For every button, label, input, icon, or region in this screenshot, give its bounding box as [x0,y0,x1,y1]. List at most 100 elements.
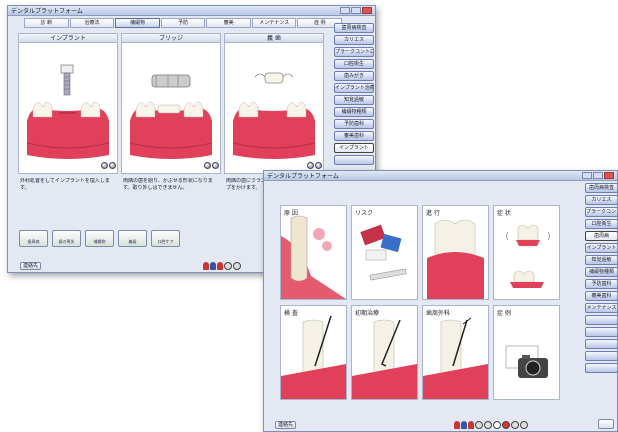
pen-icon[interactable] [493,421,501,429]
sidebar-item[interactable]: 知覚過敏 [334,95,374,105]
sidebar-item[interactable] [585,327,617,337]
sidebar-item[interactable]: インプラント [585,243,617,253]
window-controls [582,172,614,179]
sidebar-item[interactable] [585,339,617,349]
sidebar: 歯周病検査 カリエス プラークコントロール 口腔衛生 歯みがき インプラント治療… [334,23,374,167]
desc-bridge: 両隣の歯を削り、かぶせる形状になります。取り外しはできません。 [123,178,213,191]
person-icon[interactable] [454,421,460,429]
tile-label: リスク [355,210,374,217]
sidebar-item[interactable]: 補綴物種類 [585,267,617,277]
tile-cases[interactable]: 症 例 [493,305,560,400]
sidebar-item[interactable]: メンテナンス [585,303,617,313]
title-bar[interactable]: デンタルプラットフォーム [264,171,617,181]
tile-label: 初期治療 [355,310,380,317]
zoom-icon[interactable] [475,421,483,429]
tile-risk[interactable]: リスク [351,205,418,300]
sidebar-item[interactable]: プラークコントロール [334,47,374,57]
close-button[interactable] [604,172,614,179]
sidebar-item[interactable]: 歯周病検査 [334,23,374,33]
maximize-button[interactable] [593,172,603,179]
sidebar-item[interactable]: 歯みがき [334,71,374,81]
sidebar-item[interactable]: カリエス [585,195,617,205]
sidebar-item[interactable] [585,363,617,373]
thumbnail[interactable]: 歯周病 [19,230,48,247]
zoom-icon[interactable] [224,262,232,270]
panel-denture: 義 歯 [224,33,324,174]
sidebar-item[interactable]: 歯周病検査 [585,183,617,193]
progression-illustration [427,219,484,299]
person-icon[interactable] [203,262,209,270]
sidebar-item-active[interactable]: インプラント [334,143,374,153]
sidebar-item[interactable] [334,155,374,165]
tile-examination[interactable]: 検 査 [280,305,347,400]
tile-label: 症 例 [497,310,511,317]
risk-illustration [360,224,407,281]
sidebar-item[interactable]: 予防歯科 [334,119,374,129]
sidebar-item[interactable]: 口腔衛生 [585,219,617,229]
periodontal-window: デンタルプラットフォーム 原 因 リスク 進 行 症 状 検 査 初期治療 歯周… [263,170,618,432]
playback-buttons[interactable] [307,162,322,169]
contact-button[interactable]: 連絡先 [275,421,297,429]
thumbnail[interactable]: 補綴物 [85,230,114,247]
panel-implant: インプラント [18,33,118,174]
playback-buttons[interactable] [204,162,219,169]
tile-label: 原 因 [284,210,298,217]
playback-buttons[interactable] [101,162,116,169]
print-button[interactable] [598,419,614,429]
panel-title: インプラント [19,34,117,43]
sidebar-item[interactable] [585,351,617,361]
sidebar-item[interactable] [585,315,617,325]
sidebar-item[interactable]: 補綴物種類 [334,107,374,117]
thumbnail[interactable]: 歯の喪失 [52,230,81,247]
person-icon[interactable] [210,262,216,270]
tab-aesthetics[interactable]: 審美 [206,18,251,28]
person-icon[interactable] [461,421,467,429]
camera-icon [505,345,548,378]
tile-progression[interactable]: 進 行 [422,205,489,300]
initial-treatment-illustration [352,319,417,399]
settings-icon[interactable] [520,421,528,429]
close-button[interactable] [362,7,372,14]
thumbnail[interactable]: 義歯 [118,230,147,247]
thumbnail[interactable]: 口腔ケア [151,230,180,247]
minimize-button[interactable] [582,172,592,179]
sidebar-item-active[interactable]: 歯周病 [585,231,617,241]
sidebar-item[interactable]: 知覚過敏 [585,255,617,265]
desc-implant: 外科処置をしてインプラントを埋入します。 [20,178,110,191]
minimize-button[interactable] [340,7,350,14]
tile-symptoms[interactable]: 症 状 [493,205,560,300]
sidebar: 歯周病検査 カリエス プラークコントロール 口腔衛生 歯周病 インプラント 知覚… [585,183,617,375]
tile-periodontal-surgery[interactable]: 歯周外科 [422,305,489,400]
tab-maintenance[interactable]: メンテナンス [251,18,297,28]
person-icon[interactable] [468,421,474,429]
settings-icon[interactable] [233,262,241,270]
tab-prevention[interactable]: 予防 [160,18,206,28]
category-tabs: 診 断 治療法 補綴物 予防 審美 メンテナンス 症 例 [24,18,343,28]
cause-illustration [281,215,346,299]
record-icon[interactable] [502,421,510,429]
sidebar-item[interactable]: 口腔衛生 [334,59,374,69]
window-title: デンタルプラットフォーム [11,8,83,15]
rotate-icon[interactable] [484,421,492,429]
title-bar[interactable]: デンタルプラットフォーム [8,6,375,16]
tab-diagnosis[interactable]: 診 断 [24,18,69,28]
erase-icon[interactable] [511,421,519,429]
footer-tools [454,421,528,429]
sidebar-item[interactable]: カリエス [334,35,374,45]
bridge-illustration [129,74,213,159]
tab-treatment[interactable]: 治療法 [69,18,115,28]
panel-bridge: ブリッジ [121,33,221,174]
implant-illustration [26,64,110,159]
sidebar-item[interactable]: 予防歯科 [585,279,617,289]
window-title: デンタルプラットフォーム [267,173,339,180]
tile-cause[interactable]: 原 因 [280,205,347,300]
tile-initial-treatment[interactable]: 初期治療 [351,305,418,400]
sidebar-item[interactable]: プラークコントロール [585,207,617,217]
contact-button[interactable]: 連絡先 [20,262,42,270]
person-icon[interactable] [217,262,223,270]
tab-prosthesis[interactable]: 補綴物 [115,18,160,28]
maximize-button[interactable] [351,7,361,14]
sidebar-item[interactable]: インプラント治療 [334,83,374,93]
sidebar-item[interactable]: 審美歯科 [334,131,374,141]
sidebar-item[interactable]: 審美歯科 [585,291,617,301]
